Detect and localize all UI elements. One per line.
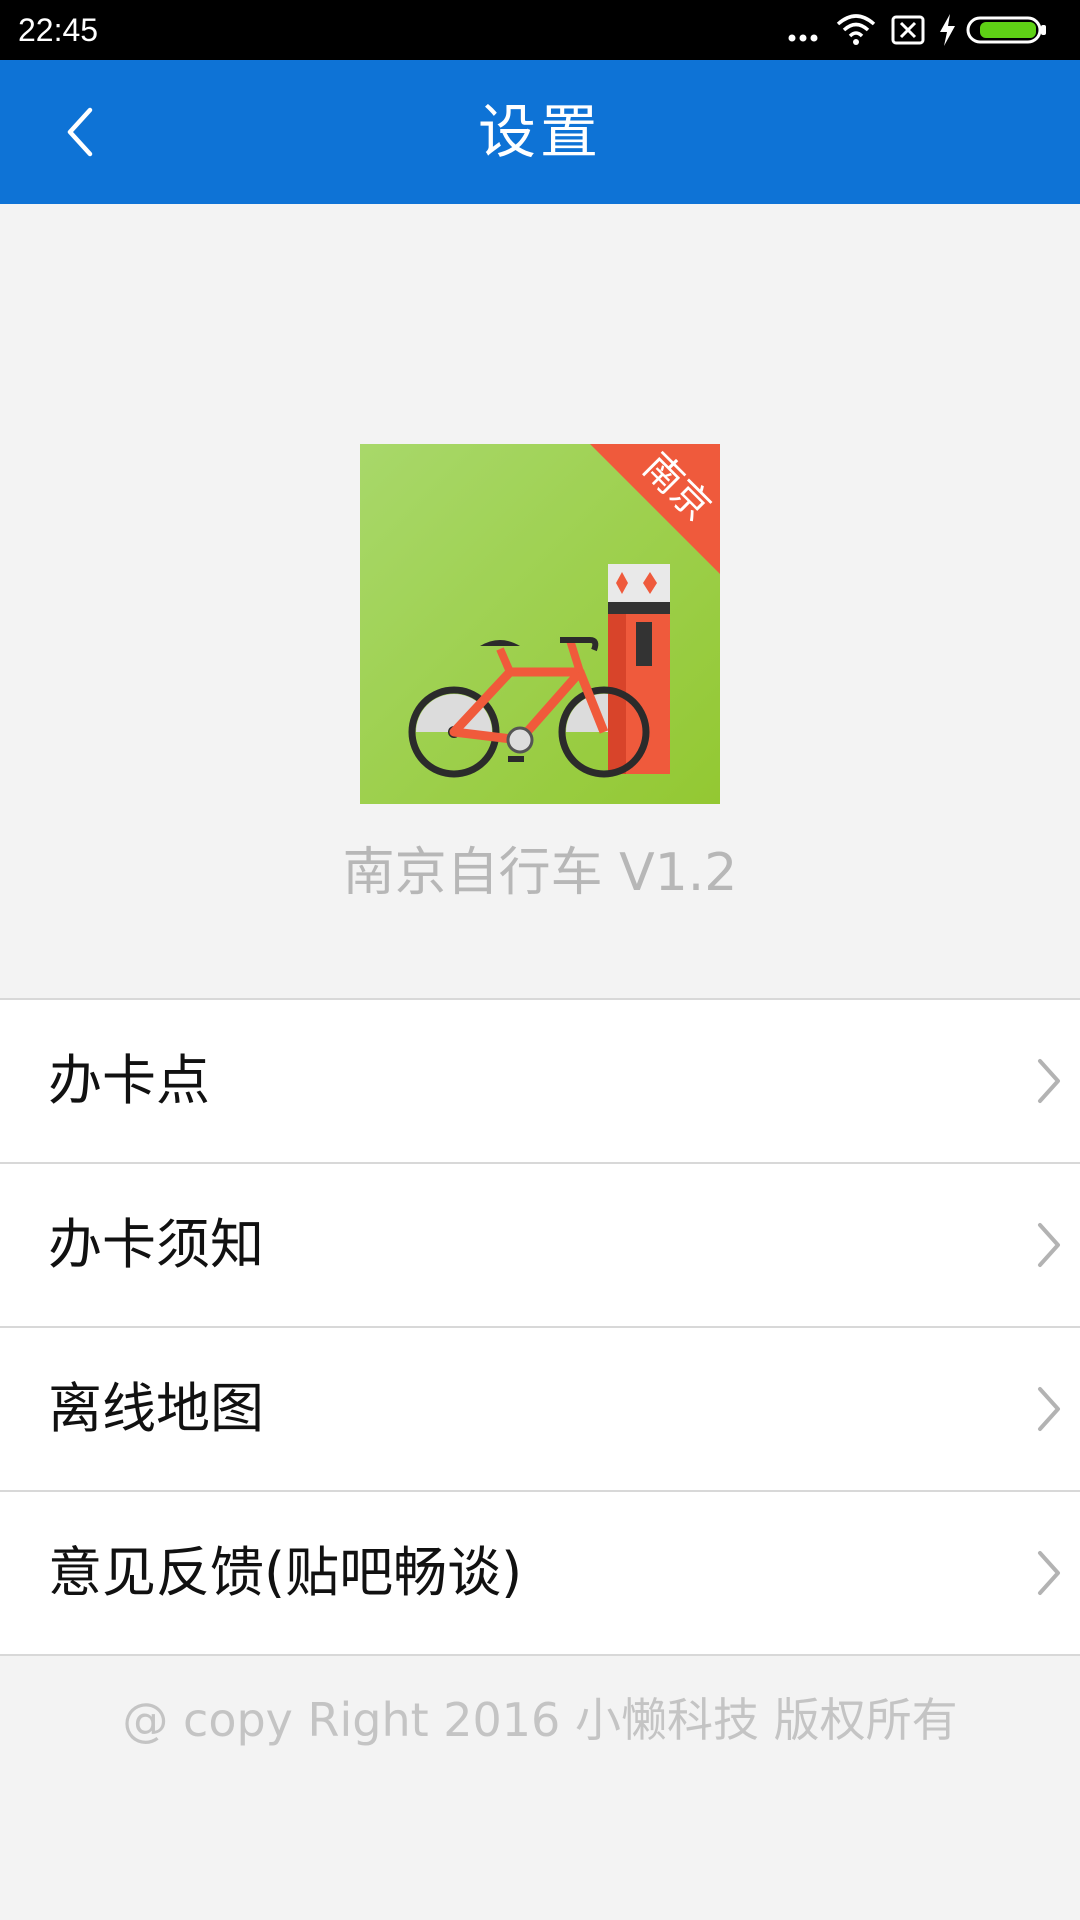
charging-icon <box>940 14 955 46</box>
menu-item-label: 离线地图 <box>48 1377 264 1440</box>
copyright-text: @ copy Right 2016 小懒科技 版权所有 <box>122 1693 958 1747</box>
status-bar: 22:45 <box>0 0 1080 60</box>
menu-item-label: 办卡点 <box>48 1049 210 1112</box>
menu-item-card-locations[interactable]: 办卡点 <box>0 1000 1080 1164</box>
wifi-icon <box>836 14 876 45</box>
status-icons <box>786 12 1066 48</box>
no-sim-icon <box>891 15 925 45</box>
settings-menu: 办卡点 办卡须知 离线地图 意见反馈(贴吧畅谈) <box>0 998 1080 1656</box>
chevron-right-icon <box>1038 1059 1060 1103</box>
page-title: 设置 <box>477 98 602 166</box>
more-dots-icon <box>788 34 818 42</box>
app-logo: 南京 <box>360 444 720 804</box>
app-version: 南京自行车 V1.2 <box>342 843 738 903</box>
app-bar: 设置 <box>0 60 1080 204</box>
menu-item-feedback[interactable]: 意见反馈(贴吧畅谈) <box>0 1492 1080 1656</box>
menu-item-card-notice[interactable]: 办卡须知 <box>0 1164 1080 1328</box>
menu-item-label: 办卡须知 <box>48 1213 264 1276</box>
settings-screen: 22:45 设置 南京 南京自行车 V1.2 办卡点 办卡须知 离线地图 意见反… <box>0 0 1080 1920</box>
menu-item-offline-map[interactable]: 离线地图 <box>0 1328 1080 1492</box>
battery-icon <box>966 16 1046 44</box>
chevron-right-icon <box>1038 1223 1060 1267</box>
chevron-right-icon <box>1038 1551 1060 1595</box>
menu-item-label: 意见反馈(贴吧畅谈) <box>48 1541 523 1604</box>
chevron-right-icon <box>1038 1387 1060 1431</box>
logo-graphic: 南京 <box>360 444 720 804</box>
status-time: 22:45 <box>18 12 99 48</box>
